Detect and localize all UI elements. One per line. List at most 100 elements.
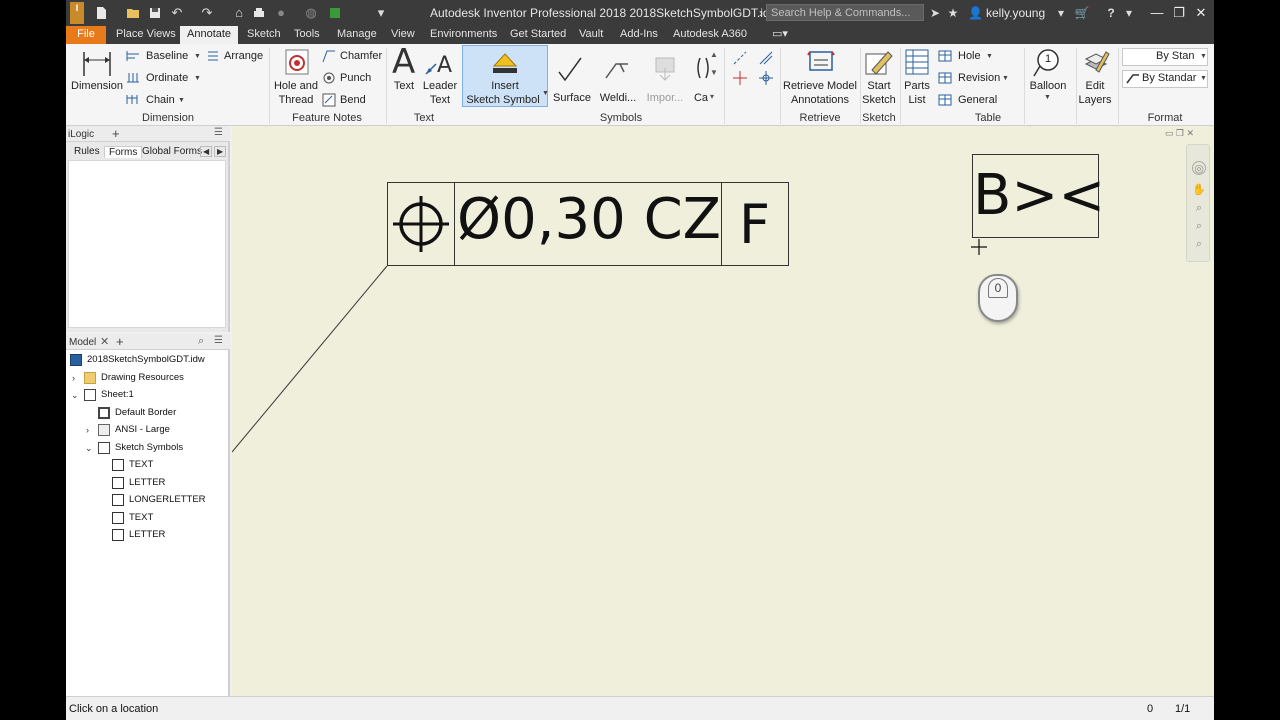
hole-thread-icon[interactable] (284, 48, 310, 79)
text-button[interactable]: Text (390, 80, 418, 92)
layer-dropdown-icon[interactable]: ▼ (1200, 75, 1207, 82)
tree-item-symbol[interactable]: LETTER (112, 527, 165, 543)
retrieve-model-label-1[interactable]: Retrieve Model (782, 80, 858, 92)
chamfer-icon[interactable] (322, 49, 336, 66)
gallery-scroll-down-icon[interactable]: ▼ (710, 68, 718, 77)
tab-autodesk-a360[interactable]: Autodesk A360 (669, 26, 751, 44)
parts-list-label-2[interactable]: List (900, 94, 934, 106)
tab-environments[interactable]: Environments (426, 26, 501, 44)
revision-table-icon[interactable] (938, 72, 952, 87)
bend-button[interactable]: Bend (340, 94, 366, 106)
bend-icon[interactable] (322, 93, 336, 110)
hole-table-dropdown-icon[interactable]: ▼ (986, 53, 993, 60)
tree-item-symbol[interactable]: TEXT (112, 457, 153, 473)
canvas-window-controls[interactable]: ▭ ❐ ✕ (1165, 128, 1194, 139)
drawing-canvas[interactable]: Ø0,30 CZ F B>< 0 ▭ ❐ ✕ ◎ ✋ ⌕ ⌕ ⌕ (232, 126, 1214, 696)
favorites-star-icon[interactable]: ★ (946, 5, 960, 21)
zoom-icon[interactable]: ⌕ (1192, 201, 1206, 215)
insert-sketch-symbol-label-1[interactable]: Insert (462, 80, 548, 92)
welding-button[interactable]: Weldi... (596, 92, 640, 104)
centerline-bisector-icon[interactable] (758, 50, 774, 69)
search-icon[interactable]: ⌕ (198, 335, 204, 348)
parts-list-label-1[interactable]: Parts (900, 80, 934, 92)
search-arrow-icon[interactable]: ➤ (928, 5, 942, 21)
material-icon[interactable]: ● (272, 5, 290, 21)
expand-arrow-icon[interactable]: › (72, 370, 82, 386)
user-dropdown-icon[interactable]: ▾ (1056, 5, 1066, 21)
chamfer-button[interactable]: Chamfer (340, 50, 382, 62)
tree-item-sheet[interactable]: ⌄ Sheet:1 (70, 387, 134, 403)
dimension-button[interactable]: Dimension (70, 80, 124, 92)
tree-item-drawing-resources[interactable]: › Drawing Resources (70, 370, 184, 386)
tree-item-title-block[interactable]: › ANSI - Large (84, 422, 170, 438)
model-title[interactable]: Model (69, 337, 96, 348)
zoom-window-icon[interactable]: ⌕ (1192, 237, 1206, 251)
edit-layers-icon[interactable] (1082, 48, 1110, 79)
baseline-icon[interactable] (126, 50, 140, 65)
panel-menu-icon[interactable]: ☰ (214, 127, 223, 138)
tab-place-views[interactable]: Place Views (112, 26, 180, 44)
general-table-icon[interactable] (938, 94, 952, 109)
balloon-dropdown-icon[interactable]: ▼ (1044, 94, 1051, 101)
print-icon[interactable] (250, 5, 268, 21)
tab-sketch[interactable]: Sketch (243, 26, 285, 44)
tab-file[interactable]: File (66, 26, 106, 44)
edit-layers-label-1[interactable]: Edit (1076, 80, 1114, 92)
ilogic-title[interactable]: iLogic (68, 129, 94, 140)
redo-icon[interactable]: ↷ (198, 5, 216, 21)
chain-button[interactable]: Chain (146, 94, 175, 106)
tab-forms[interactable]: Forms (104, 146, 143, 158)
tab-annotate[interactable]: Annotate (180, 26, 239, 44)
tree-item-sketch-symbols[interactable]: ⌄ Sketch Symbols (84, 440, 183, 456)
zoom-all-icon[interactable]: ⌕ (1192, 219, 1206, 233)
edit-layers-label-2[interactable]: Layers (1076, 94, 1114, 106)
tab-scroll-left-icon[interactable]: ◀ (200, 146, 213, 157)
minimize-icon[interactable]: — (1146, 3, 1168, 23)
style-dropdown-icon[interactable]: ▼ (1200, 53, 1207, 60)
fcf-datum-cell[interactable]: F (721, 182, 789, 266)
surface-button[interactable]: Surface (550, 92, 594, 104)
home-icon[interactable]: ⌂ (230, 5, 248, 21)
start-sketch-label-1[interactable]: Start (862, 80, 896, 92)
chain-dropdown-icon[interactable]: ▼ (178, 97, 185, 104)
centerline-icon[interactable] (732, 50, 748, 69)
tree-item-symbol[interactable]: LONGERLETTER (112, 492, 206, 508)
revision-table-dropdown-icon[interactable]: ▼ (1002, 75, 1009, 82)
tab-overflow-icon[interactable]: ▭▾ (768, 26, 792, 44)
pan-icon[interactable]: ✋ (1192, 183, 1206, 197)
expand-arrow-icon[interactable]: › (86, 422, 96, 438)
tab-rules[interactable]: Rules (70, 146, 104, 157)
tab-scroll-right-icon[interactable]: ▶ (214, 146, 227, 157)
tab-global-forms[interactable]: Global Forms (138, 146, 206, 157)
add-tab-icon[interactable]: + (116, 334, 124, 349)
app-logo[interactable]: I (70, 2, 84, 24)
retrieve-annotations-icon[interactable] (806, 48, 836, 79)
balloon-button[interactable]: Balloon (1026, 80, 1070, 92)
tree-item-document[interactable]: 2018SketchSymbolGDT.idw (70, 352, 205, 368)
start-sketch-label-2[interactable]: Sketch (862, 94, 896, 106)
insert-sketch-symbol-dropdown-icon[interactable]: ▼ (542, 90, 549, 97)
welding-icon[interactable] (604, 54, 634, 85)
cart-icon[interactable]: 🛒 (1074, 5, 1090, 21)
caterpillar-button[interactable]: Ca (690, 92, 712, 104)
user-name[interactable]: kelly.young (986, 6, 1045, 20)
general-table-button[interactable]: General (958, 94, 997, 106)
insert-sketch-symbol-icon[interactable] (490, 48, 520, 79)
insert-sketch-symbol-label-2[interactable]: Sketch Symbol (462, 94, 544, 106)
text-icon[interactable]: A (392, 42, 415, 82)
search-input[interactable] (766, 4, 924, 21)
hole-thread-label-2[interactable]: Thread (271, 94, 321, 106)
tab-manage[interactable]: Manage (333, 26, 381, 44)
tree-item-default-border[interactable]: Default Border (84, 405, 176, 421)
open-folder-icon[interactable] (124, 5, 142, 21)
start-sketch-icon[interactable] (864, 48, 894, 79)
punch-icon[interactable] (322, 71, 336, 88)
retrieve-model-label-2[interactable]: Annotations (782, 94, 858, 106)
appearance-icon[interactable]: ◍ (302, 5, 320, 21)
revision-table-button[interactable]: Revision (958, 72, 1000, 84)
tab-vault[interactable]: Vault (575, 26, 607, 44)
arrange-icon[interactable] (206, 50, 220, 65)
close-model-tab-icon[interactable]: ✕ (100, 335, 109, 348)
customize-qat-icon[interactable]: ▾ (372, 5, 390, 21)
punch-button[interactable]: Punch (340, 72, 371, 84)
